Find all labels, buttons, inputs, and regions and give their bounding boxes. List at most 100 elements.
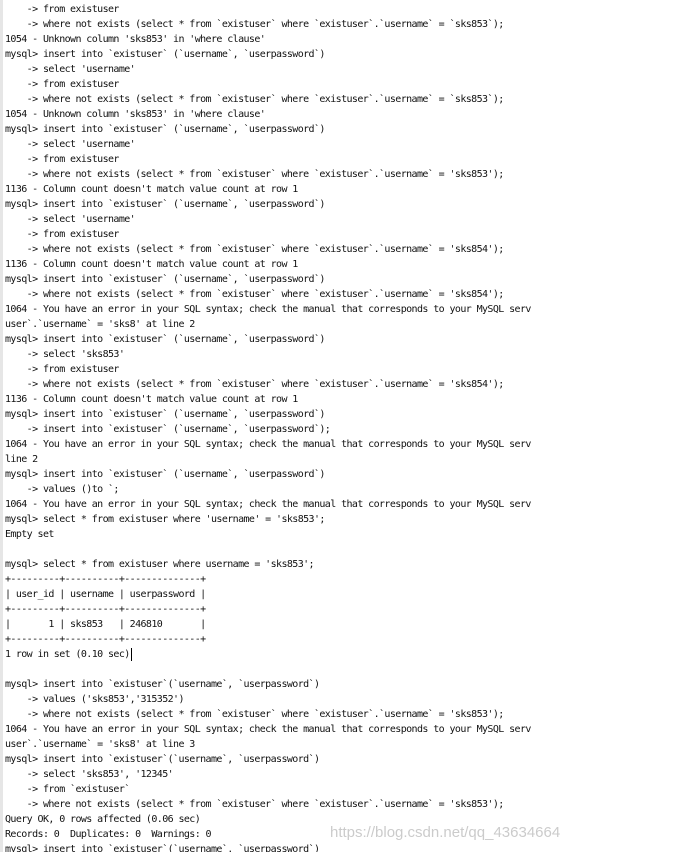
continuation-line: -> select 'username' — [5, 62, 136, 77]
line-text: mysql> select * from existuser where use… — [5, 559, 315, 570]
continuation-line: -> select 'sks853', '12345' — [5, 767, 174, 782]
line-text: 1054 - Unknown column 'sks853' in 'where… — [5, 34, 266, 45]
continuation-line: -> where not exists (select * from `exis… — [5, 287, 505, 302]
line-text: 1064 - You have an error in your SQL syn… — [5, 724, 531, 735]
text-cursor — [130, 647, 132, 661]
result-table-line: +---------+----------+--------------+ — [5, 572, 206, 587]
continuation-line: -> from existuser — [5, 362, 120, 377]
continuation-line: -> values ('sks853','315352') — [5, 692, 185, 707]
result-table-line: | 1 | sks853 | 246810 | — [5, 617, 206, 632]
line-text: -> select 'sks853', '12345' — [5, 769, 174, 780]
continuation-line: -> select 'username' — [5, 137, 136, 152]
error-line: 1064 - You have an error in your SQL syn… — [5, 722, 531, 737]
line-text: -> where not exists (select * from `exis… — [5, 379, 505, 390]
output-line: user`.`username` = 'sks8' at line 2 — [5, 317, 195, 332]
line-text: 1064 - You have an error in your SQL syn… — [5, 439, 531, 450]
continuation-line: -> from `existuser` — [5, 782, 131, 797]
error-line: 1136 - Column count doesn't match value … — [5, 392, 298, 407]
line-text: -> where not exists (select * from `exis… — [5, 289, 505, 300]
continuation-line: -> where not exists (select * from `exis… — [5, 92, 505, 107]
prompt-line: mysql> insert into `existuser` (`usernam… — [5, 332, 325, 347]
prompt-line: mysql> insert into `existuser` (`usernam… — [5, 47, 325, 62]
continuation-line: -> where not exists (select * from `exis… — [5, 17, 505, 32]
line-text: Query OK, 0 rows affected (0.06 sec) — [5, 814, 201, 825]
prompt-line: mysql> select * from existuser where use… — [5, 557, 315, 572]
continuation-line: -> from existuser — [5, 227, 120, 242]
output-line: Empty set — [5, 527, 54, 542]
result-table-line: +---------+----------+--------------+ — [5, 602, 206, 617]
continuation-line: -> select 'sks853' — [5, 347, 125, 362]
prompt-line: mysql> insert into `existuser` (`usernam… — [5, 407, 325, 422]
line-text: -> from existuser — [5, 4, 120, 15]
continuation-line: -> values ()to `; — [5, 482, 120, 497]
error-line: 1054 - Unknown column 'sks853' in 'where… — [5, 107, 266, 122]
prompt-line: mysql> insert into `existuser` (`usernam… — [5, 272, 325, 287]
line-text: -> where not exists (select * from `exis… — [5, 799, 505, 810]
line-text: -> select 'sks853' — [5, 349, 125, 360]
continuation-line: -> where not exists (select * from `exis… — [5, 167, 505, 182]
line-text: -> select 'username' — [5, 139, 136, 150]
line-text: -> values ('sks853','315352') — [5, 694, 185, 705]
line-text: -> values ()to `; — [5, 484, 120, 495]
line-text: 1136 - Column count doesn't match value … — [5, 184, 298, 195]
line-text: 1 row in set (0.10 sec) — [5, 649, 130, 660]
line-text: user`.`username` = 'sks8' at line 2 — [5, 319, 195, 330]
prompt-line: mysql> insert into `existuser`(`username… — [5, 677, 320, 692]
prompt-line: mysql> insert into `existuser` (`usernam… — [5, 197, 325, 212]
terminal-output[interactable]: -> from existuser -> where not exists (s… — [0, 0, 683, 852]
line-text: mysql> insert into `existuser` (`usernam… — [5, 49, 325, 60]
line-text: +---------+----------+--------------+ — [5, 604, 206, 615]
line-text: 1136 - Column count doesn't match value … — [5, 394, 298, 405]
continuation-line: -> where not exists (select * from `exis… — [5, 377, 505, 392]
line-text: -> where not exists (select * from `exis… — [5, 169, 505, 180]
continuation-line: -> insert into `existuser` (`username`, … — [5, 422, 331, 437]
continuation-line: -> where not exists (select * from `exis… — [5, 707, 505, 722]
line-text: +---------+----------+--------------+ — [5, 574, 206, 585]
line-text: mysql> insert into `existuser` (`usernam… — [5, 334, 325, 345]
error-line: 1054 - Unknown column 'sks853' in 'where… — [5, 32, 266, 47]
line-text: mysql> insert into `existuser`(`username… — [5, 844, 320, 852]
output-line: Records: 0 Duplicates: 0 Warnings: 0 — [5, 827, 212, 842]
error-line: 1136 - Column count doesn't match value … — [5, 257, 298, 272]
line-text: mysql> insert into `existuser` (`usernam… — [5, 124, 325, 135]
continuation-line: -> from existuser — [5, 77, 120, 92]
line-text: mysql> insert into `existuser` (`usernam… — [5, 469, 325, 480]
line-text: -> from existuser — [5, 364, 120, 375]
line-text: 1054 - Unknown column 'sks853' in 'where… — [5, 109, 266, 120]
line-text: Records: 0 Duplicates: 0 Warnings: 0 — [5, 829, 212, 840]
prompt-line: mysql> insert into `existuser` (`usernam… — [5, 122, 325, 137]
continuation-line: -> from existuser — [5, 152, 120, 167]
continuation-line: -> where not exists (select * from `exis… — [5, 797, 505, 812]
error-line: 1064 - You have an error in your SQL syn… — [5, 302, 531, 317]
prompt-line: mysql> insert into `existuser`(`username… — [5, 842, 320, 852]
line-text: mysql> insert into `existuser`(`username… — [5, 679, 320, 690]
continuation-line: -> from existuser — [5, 2, 120, 17]
error-line: 1136 - Column count doesn't match value … — [5, 182, 298, 197]
line-text: 1136 - Column count doesn't match value … — [5, 259, 298, 270]
line-text: mysql> insert into `existuser`(`username… — [5, 754, 320, 765]
result-table-line: +---------+----------+--------------+ — [5, 632, 206, 647]
prompt-line: mysql> select * from existuser where 'us… — [5, 512, 325, 527]
line-text: mysql> insert into `existuser` (`usernam… — [5, 409, 325, 420]
line-text: -> where not exists (select * from `exis… — [5, 19, 505, 30]
output-line: line 2 — [5, 452, 38, 467]
line-text: -> from existuser — [5, 154, 120, 165]
line-text: -> where not exists (select * from `exis… — [5, 244, 505, 255]
line-text: Empty set — [5, 529, 54, 540]
line-text: -> from `existuser` — [5, 784, 131, 795]
line-text: +---------+----------+--------------+ — [5, 634, 206, 645]
continuation-line: -> select 'username' — [5, 212, 136, 227]
line-text: mysql> insert into `existuser` (`usernam… — [5, 274, 325, 285]
line-text: mysql> insert into `existuser` (`usernam… — [5, 199, 325, 210]
line-text: 1064 - You have an error in your SQL syn… — [5, 304, 531, 315]
error-line: 1064 - You have an error in your SQL syn… — [5, 437, 531, 452]
prompt-line: mysql> insert into `existuser` (`usernam… — [5, 467, 325, 482]
output-line: 1 row in set (0.10 sec) — [5, 647, 132, 662]
error-line: 1064 - You have an error in your SQL syn… — [5, 497, 531, 512]
line-text: mysql> select * from existuser where 'us… — [5, 514, 325, 525]
line-text: | 1 | sks853 | 246810 | — [5, 619, 206, 630]
line-text: -> select 'username' — [5, 64, 136, 75]
line-text: user`.`username` = 'sks8' at line 3 — [5, 739, 195, 750]
output-line: user`.`username` = 'sks8' at line 3 — [5, 737, 195, 752]
prompt-line: mysql> insert into `existuser`(`username… — [5, 752, 320, 767]
